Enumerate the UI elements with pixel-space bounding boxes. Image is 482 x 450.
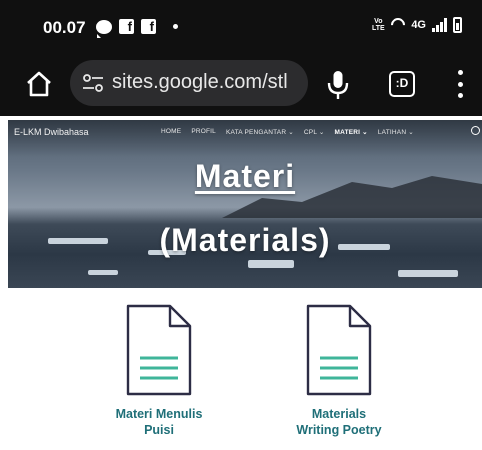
page-title: Materi bbox=[194, 158, 296, 194]
system-icons: Vo LTE 4G bbox=[371, 15, 462, 35]
nav-menu: HOME PROFIL KATA PENGANTAR ⌄ CPL ⌄ MATER… bbox=[161, 128, 414, 136]
ice-floe bbox=[248, 260, 294, 268]
site-title[interactable]: E-LKM Dwibahasa bbox=[14, 127, 89, 137]
browser-toolbar: sites.google.com/stl :D bbox=[0, 54, 482, 116]
tab-switcher-button[interactable]: :D bbox=[389, 71, 415, 97]
document-icon[interactable] bbox=[306, 304, 372, 396]
card-materials-writing-poetry[interactable]: Materials Writing Poetry bbox=[264, 304, 414, 438]
status-bar: 00.07 f f Vo LTE 4G bbox=[0, 0, 482, 54]
facebook-icon: f bbox=[141, 19, 156, 34]
hero-banner: E-LKM Dwibahasa HOME PROFIL KATA PENGANT… bbox=[8, 120, 482, 288]
nav-item-cpl[interactable]: CPL ⌄ bbox=[304, 128, 325, 136]
status-time: 00.07 bbox=[43, 18, 86, 37]
page-subtitle: (Materials) bbox=[159, 222, 331, 258]
network-type-label: 4G bbox=[411, 19, 426, 31]
card-label-line[interactable]: Writing Poetry bbox=[264, 422, 414, 438]
card-label-line[interactable]: Puisi bbox=[84, 422, 234, 438]
address-bar[interactable]: sites.google.com/stl bbox=[70, 60, 308, 106]
battery-icon bbox=[453, 17, 462, 33]
card-label-line[interactable]: Materials bbox=[264, 406, 414, 422]
url-text[interactable]: sites.google.com/stl bbox=[112, 71, 288, 94]
overflow-menu-icon[interactable] bbox=[455, 70, 465, 98]
card-materi-menulis-puisi[interactable]: Materi Menulis Puisi bbox=[84, 304, 234, 438]
nav-item-home[interactable]: HOME bbox=[161, 128, 181, 136]
ice-floe bbox=[88, 270, 118, 275]
microphone-icon[interactable] bbox=[326, 69, 350, 101]
ice-floe bbox=[398, 270, 458, 277]
card-link-label[interactable]: Materi Menulis Puisi bbox=[84, 406, 234, 438]
search-icon[interactable] bbox=[471, 126, 480, 135]
site-settings-icon[interactable] bbox=[82, 73, 104, 93]
site-navigation: E-LKM Dwibahasa HOME PROFIL KATA PENGANT… bbox=[8, 120, 482, 144]
signal-strength-icon bbox=[432, 18, 447, 32]
card-link-label[interactable]: Materials Writing Poetry bbox=[264, 406, 414, 438]
more-notifications-dot-icon bbox=[173, 24, 178, 29]
volte-icon: Vo LTE bbox=[371, 18, 385, 32]
nav-item-profil[interactable]: PROFIL bbox=[191, 128, 216, 136]
home-icon[interactable] bbox=[24, 69, 54, 99]
chat-bubble-icon bbox=[96, 19, 112, 38]
facebook-icon: f bbox=[119, 19, 134, 34]
hotspot-icon bbox=[388, 15, 409, 35]
card-label-line[interactable]: Materi Menulis bbox=[84, 406, 234, 422]
document-icon[interactable] bbox=[126, 304, 192, 396]
nav-item-latihan[interactable]: LATIHAN ⌄ bbox=[378, 128, 414, 136]
notification-icons: f f bbox=[96, 19, 178, 38]
nav-item-kata-pengantar[interactable]: KATA PENGANTAR ⌄ bbox=[226, 128, 294, 136]
nav-item-materi[interactable]: MATERI ⌄ bbox=[335, 128, 368, 136]
